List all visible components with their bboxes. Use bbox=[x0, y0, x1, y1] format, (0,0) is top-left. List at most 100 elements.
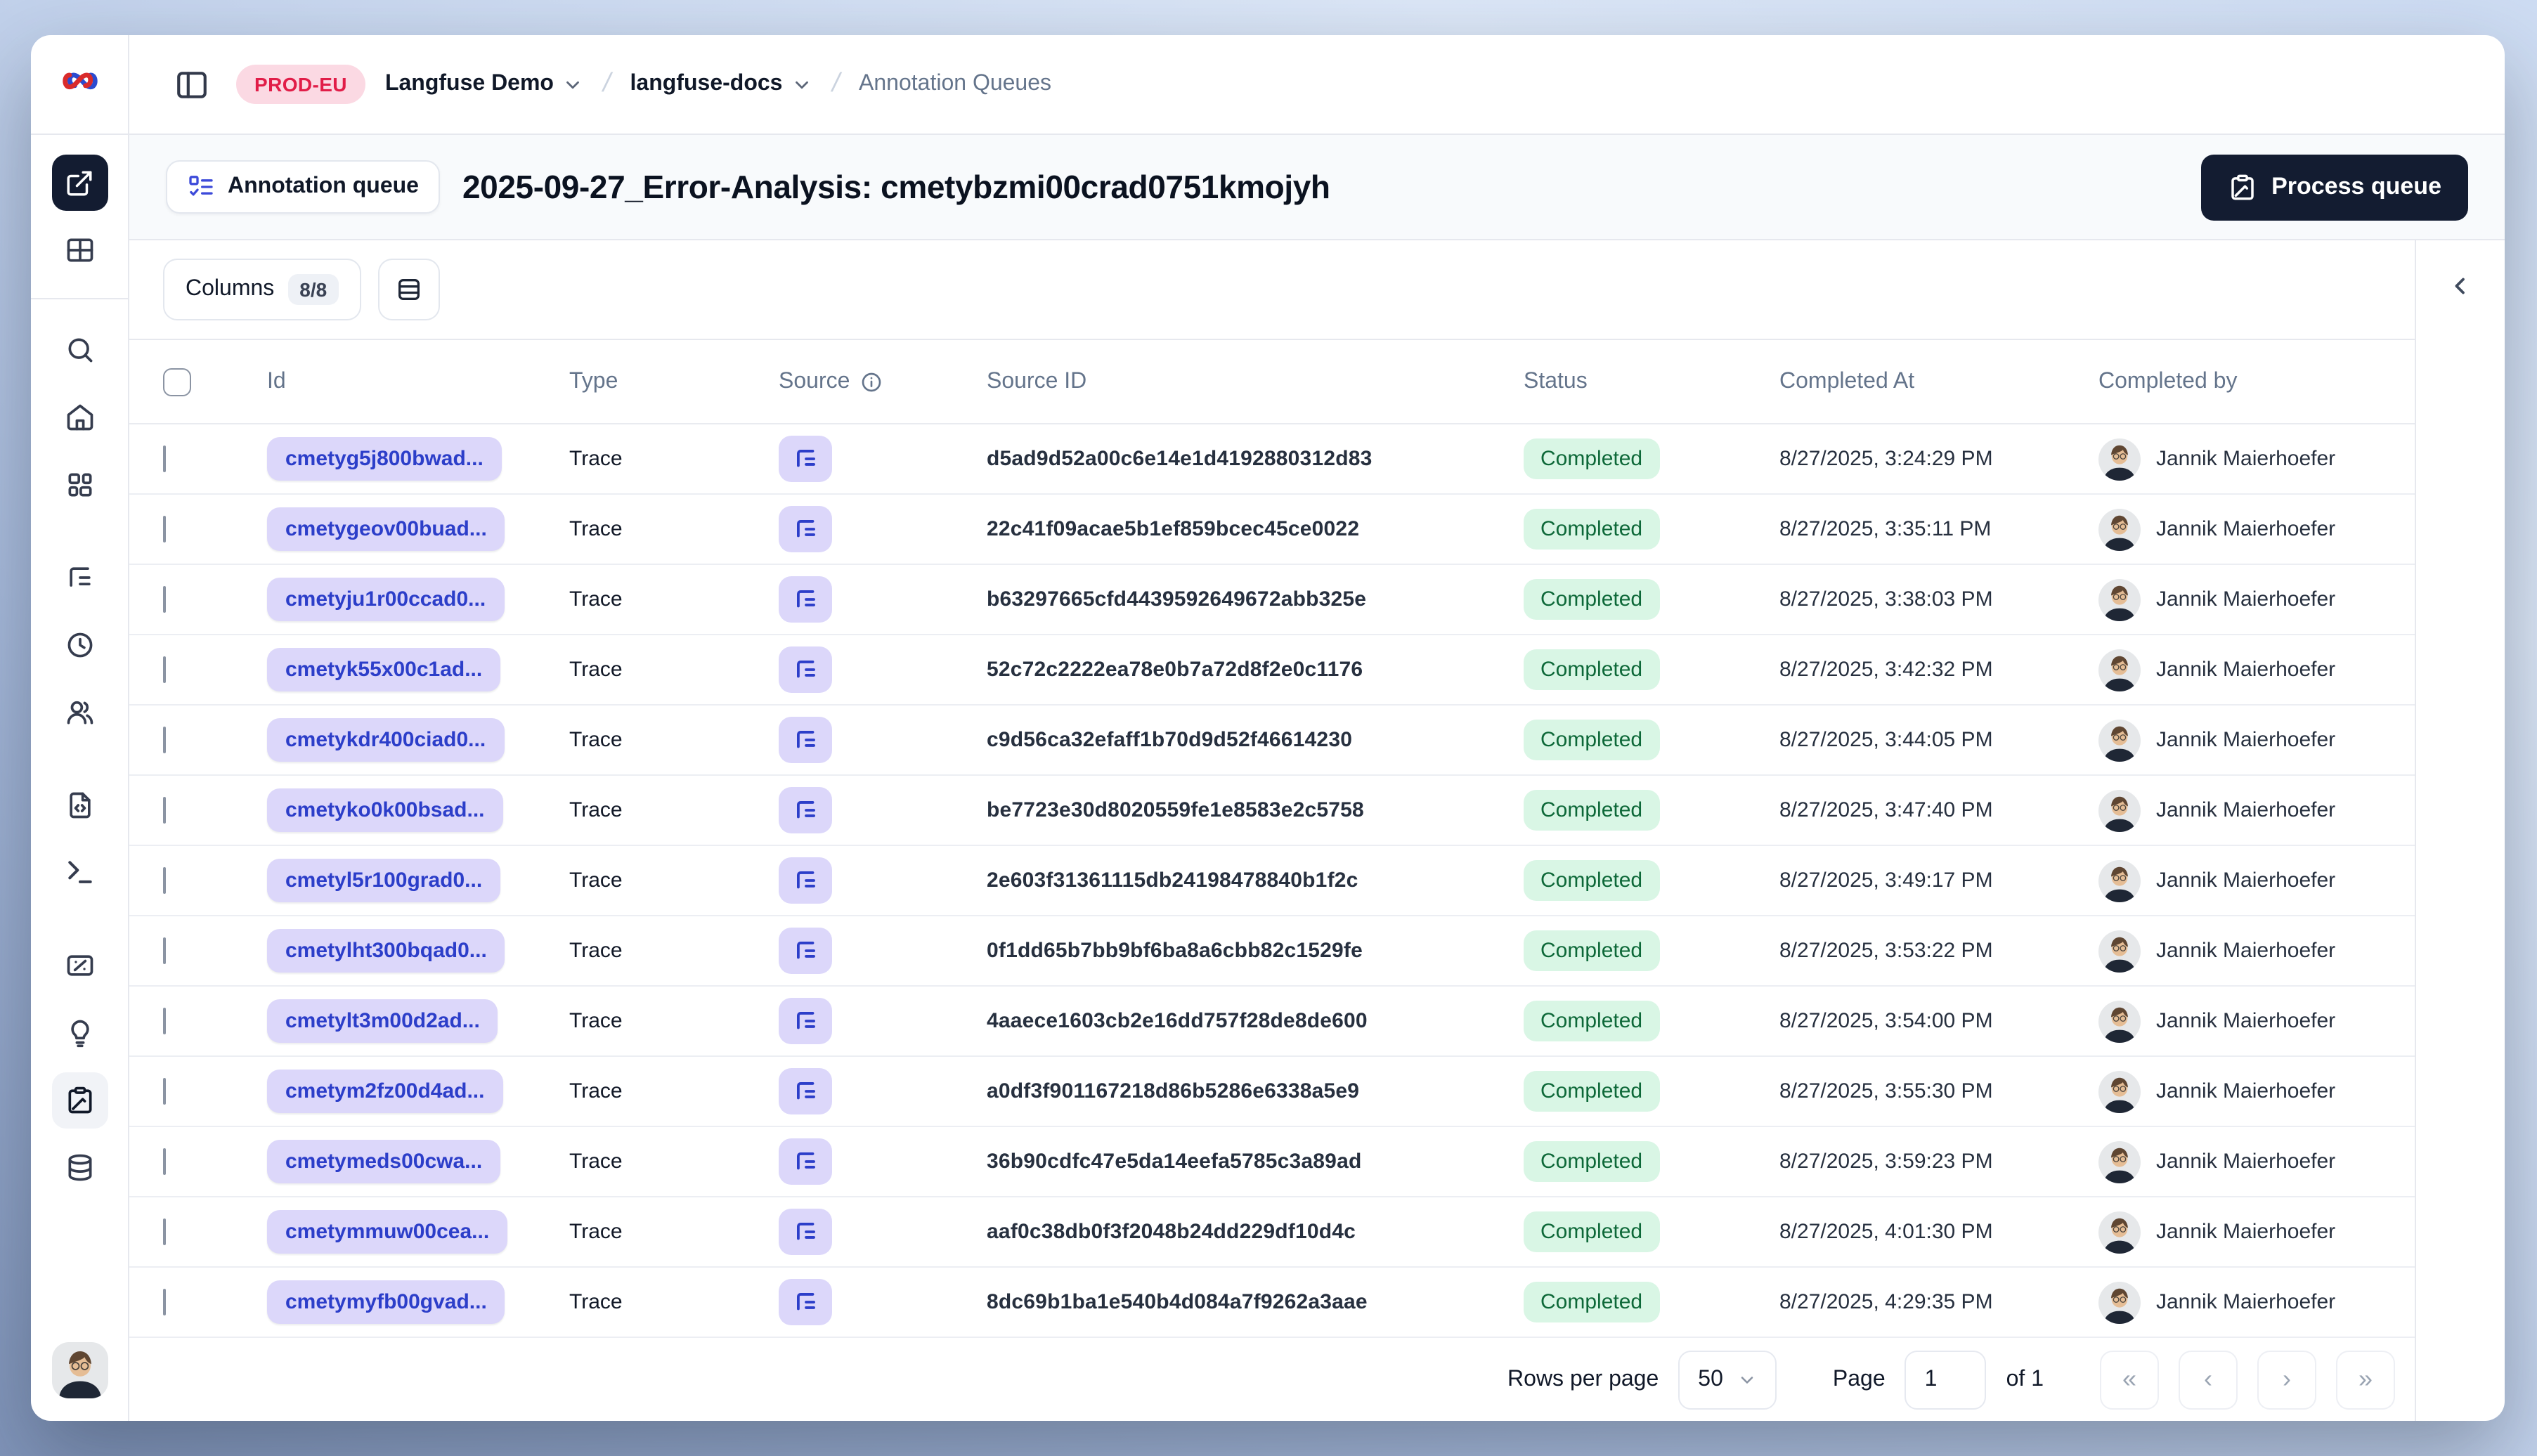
page-of-label: of 1 bbox=[2006, 1367, 2044, 1391]
open-trace-button[interactable] bbox=[779, 857, 832, 904]
item-id-badge[interactable]: cmetylht300bqad0... bbox=[267, 929, 505, 973]
row-height-button[interactable] bbox=[377, 259, 440, 320]
sidebar-item-home[interactable] bbox=[51, 389, 108, 446]
row-checkbox[interactable] bbox=[163, 797, 166, 824]
open-trace-button[interactable] bbox=[779, 646, 832, 693]
item-id-badge[interactable]: cmetykdr400ciad0... bbox=[267, 718, 505, 762]
row-checkbox[interactable] bbox=[163, 586, 166, 613]
row-checkbox[interactable] bbox=[163, 656, 166, 683]
table-row[interactable]: cmetyko0k00bsad... Trace be7723e30d80205… bbox=[129, 776, 2415, 846]
table-row[interactable]: cmetyju1r00ccad0... Trace b63297665cfd44… bbox=[129, 565, 2415, 635]
item-id-badge[interactable]: cmetyl5r100grad0... bbox=[267, 859, 501, 902]
item-id-badge[interactable]: cmetymeds00cwa... bbox=[267, 1140, 501, 1183]
item-id-badge[interactable]: cmetyk55x00c1ad... bbox=[267, 648, 501, 691]
last-page-button[interactable]: » bbox=[2336, 1350, 2395, 1409]
select-all-checkbox[interactable] bbox=[163, 368, 191, 396]
row-checkbox[interactable] bbox=[163, 867, 166, 894]
search-icon bbox=[67, 338, 92, 363]
table-row[interactable]: cmetyg5j800bwad... Trace d5ad9d52a00c6e1… bbox=[129, 424, 2415, 495]
sidebar-toggle-button[interactable] bbox=[166, 59, 216, 110]
open-trace-button[interactable] bbox=[779, 998, 832, 1044]
item-id-badge[interactable]: cmetyko0k00bsad... bbox=[267, 788, 503, 832]
open-trace-button[interactable] bbox=[779, 1279, 832, 1325]
process-queue-button[interactable]: Process queue bbox=[2201, 154, 2468, 220]
sidebar-item-annotation-queues[interactable] bbox=[51, 1072, 108, 1129]
row-checkbox[interactable] bbox=[163, 446, 166, 472]
avatar bbox=[2098, 438, 2141, 480]
sidebar-item-users[interactable] bbox=[51, 684, 108, 741]
open-trace-button[interactable] bbox=[779, 1209, 832, 1255]
item-id-badge[interactable]: cmetymmuw00cea... bbox=[267, 1210, 508, 1254]
row-checkbox[interactable] bbox=[163, 1078, 166, 1105]
previous-page-button[interactable]: ‹ bbox=[2179, 1350, 2238, 1409]
column-header-status[interactable]: Status bbox=[1524, 369, 1779, 394]
row-checkbox[interactable] bbox=[163, 1148, 166, 1175]
table-row[interactable]: cmetym2fz00d4ad... Trace a0df3f901167218… bbox=[129, 1057, 2415, 1127]
table-row[interactable]: cmetygeov00buad... Trace 22c41f09acae5b1… bbox=[129, 495, 2415, 565]
open-trace-button[interactable] bbox=[779, 1068, 832, 1114]
open-trace-button[interactable] bbox=[779, 1138, 832, 1185]
completed-by-cell: Jannik Maierhoefer bbox=[2098, 1000, 2415, 1042]
open-trace-button[interactable] bbox=[779, 787, 832, 833]
item-id-badge[interactable]: cmetygeov00buad... bbox=[267, 507, 505, 551]
table-row[interactable]: cmetykdr400ciad0... Trace c9d56ca32efaff… bbox=[129, 706, 2415, 776]
row-checkbox[interactable] bbox=[163, 727, 166, 753]
row-checkbox[interactable] bbox=[163, 937, 166, 964]
table-toolbar: Columns 8/8 bbox=[129, 240, 2415, 340]
item-id-badge[interactable]: cmetyg5j800bwad... bbox=[267, 437, 502, 481]
type-cell: Trace bbox=[569, 1079, 623, 1103]
sidebar-item-tracing[interactable] bbox=[51, 550, 108, 606]
next-page-button[interactable]: › bbox=[2257, 1350, 2316, 1409]
row-checkbox[interactable] bbox=[163, 1289, 166, 1315]
avatar bbox=[2098, 578, 2141, 620]
rows-per-page-select[interactable]: 50 bbox=[1678, 1350, 1777, 1409]
org-switcher[interactable]: Langfuse Demo bbox=[385, 72, 583, 97]
column-header-source[interactable]: Source bbox=[779, 369, 987, 394]
table-row[interactable]: cmetylht300bqad0... Trace 0f1dd65b7bb9bf… bbox=[129, 916, 2415, 987]
sidebar-item-dashboards[interactable] bbox=[51, 457, 108, 513]
open-trace-button[interactable] bbox=[779, 928, 832, 974]
sidebar-item-evaluation[interactable] bbox=[51, 937, 108, 994]
table-row[interactable]: cmetymmuw00cea... Trace aaf0c38db0f3f204… bbox=[129, 1197, 2415, 1268]
langfuse-logo[interactable] bbox=[31, 35, 129, 134]
table-row[interactable]: cmetymeds00cwa... Trace 36b90cdfc47e5da1… bbox=[129, 1127, 2415, 1197]
open-trace-button[interactable] bbox=[779, 717, 832, 763]
sidebar-item-sessions[interactable] bbox=[51, 617, 108, 673]
sidebar-item-datasets[interactable] bbox=[51, 1140, 108, 1196]
table-row[interactable]: cmetyk55x00c1ad... Trace 52c72c2222ea78e… bbox=[129, 635, 2415, 706]
item-id-badge[interactable]: cmetym2fz00d4ad... bbox=[267, 1070, 503, 1113]
table-row[interactable]: cmetyl5r100grad0... Trace 2e603f31361115… bbox=[129, 846, 2415, 916]
column-header-source-id[interactable]: Source ID bbox=[987, 369, 1524, 394]
table-row[interactable]: cmetylt3m00d2ad... Trace 4aaece1603cb2e1… bbox=[129, 987, 2415, 1057]
user-avatar[interactable] bbox=[51, 1342, 108, 1398]
open-trace-button[interactable] bbox=[779, 506, 832, 552]
columns-button[interactable]: Columns 8/8 bbox=[163, 259, 361, 320]
sidebar-item-search[interactable] bbox=[51, 322, 108, 378]
sidebar-item-prompts[interactable] bbox=[51, 777, 108, 833]
row-checkbox[interactable] bbox=[163, 516, 166, 542]
type-cell: Trace bbox=[569, 587, 623, 611]
environment-badge[interactable]: PROD-EU bbox=[236, 65, 365, 104]
open-trace-button[interactable] bbox=[779, 576, 832, 623]
sidebar-item-scores[interactable] bbox=[51, 1005, 108, 1061]
item-id-badge[interactable]: cmetylt3m00d2ad... bbox=[267, 999, 498, 1043]
open-trace-button[interactable] bbox=[779, 436, 832, 482]
item-id-badge[interactable]: cmetymyfb00gvad... bbox=[267, 1280, 505, 1324]
column-header-id[interactable]: Id bbox=[267, 369, 569, 394]
annotation-queue-chip[interactable]: Annotation queue bbox=[166, 160, 440, 214]
sidebar-item-go-to[interactable] bbox=[51, 155, 108, 211]
sidebar-item-playground[interactable] bbox=[51, 845, 108, 901]
sidebar-item-tables[interactable] bbox=[51, 222, 108, 278]
project-switcher[interactable]: langfuse-docs bbox=[630, 72, 812, 97]
info-icon[interactable] bbox=[859, 370, 882, 393]
column-header-type[interactable]: Type bbox=[569, 369, 779, 394]
column-header-completed-at[interactable]: Completed At bbox=[1779, 369, 2098, 394]
first-page-button[interactable]: « bbox=[2100, 1350, 2159, 1409]
table-row[interactable]: cmetymyfb00gvad... Trace 8dc69b1ba1e540b… bbox=[129, 1268, 2415, 1338]
expand-panel-button[interactable] bbox=[2435, 260, 2486, 311]
row-checkbox[interactable] bbox=[163, 1008, 166, 1034]
column-header-completed-by[interactable]: Completed by bbox=[2098, 369, 2415, 394]
item-id-badge[interactable]: cmetyju1r00ccad0... bbox=[267, 578, 505, 621]
page-number-input[interactable] bbox=[1905, 1350, 1987, 1409]
row-checkbox[interactable] bbox=[163, 1218, 166, 1245]
